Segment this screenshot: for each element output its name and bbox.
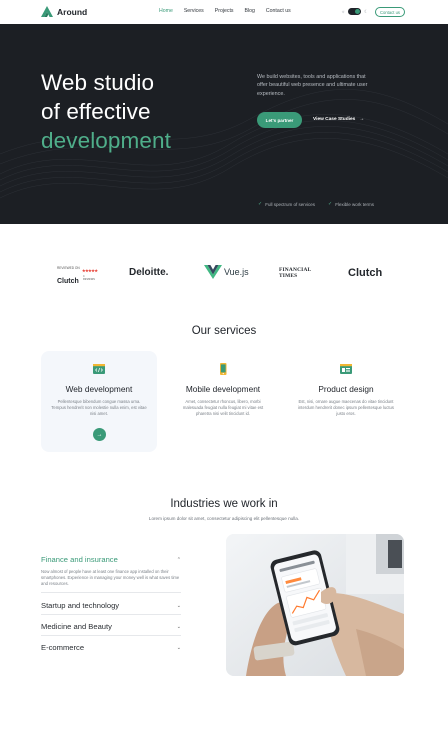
vue-logo[interactable]: Vue.js [204, 265, 249, 279]
hero-section: Web studio of effective development We b… [0, 24, 448, 224]
design-icon [340, 364, 352, 374]
hero-title: Web studio of effective development [41, 68, 171, 155]
arrow-right-icon: → [359, 117, 365, 122]
nav-projects[interactable]: Projects [215, 8, 234, 14]
deloitte-logo[interactable]: Deloitte. [129, 267, 168, 278]
accordion-title: Medicine and Beauty [41, 622, 112, 631]
accordion-item-medicine[interactable]: Medicine and Beauty ⌄ [41, 622, 181, 631]
hero-check-2: ✓ Flexible work terms [328, 201, 374, 207]
clutch-logo[interactable]: Clutch [348, 267, 382, 279]
divider [41, 592, 181, 593]
nav-blog[interactable]: Blog [245, 8, 255, 14]
logo-text: Around [57, 6, 88, 17]
services-title: Our services [191, 325, 257, 337]
service-card-mobile[interactable]: Mobile development Amet, consectetur rho… [165, 351, 281, 452]
hero-title-line2: of effective [41, 99, 151, 124]
rating-stars-icon: ★★★★★ [82, 268, 98, 273]
nav-home[interactable]: Home [159, 8, 173, 14]
service-card-web[interactable]: Web development Pellentesque bibendum co… [41, 351, 157, 452]
arrow-right-icon[interactable]: → [93, 428, 106, 441]
vue-icon [204, 265, 222, 279]
chevron-down-icon: ⌄ [176, 623, 181, 630]
view-case-studies-label: View Case Studies [313, 117, 356, 122]
check-icon: ✓ [258, 201, 263, 207]
service-description: Pellentesque bibendum congue massa urna.… [51, 399, 147, 416]
hands-holding-phone-image [226, 534, 404, 676]
toggle-knob [355, 9, 361, 14]
hero-title-accent: development [41, 128, 171, 153]
clutch-reviews-logo[interactable]: REVIEWED ON Clutch ★★★★★ 4 REVIEWS [57, 266, 98, 288]
accordion-header[interactable]: Finance and insurance ⌃ [41, 555, 181, 564]
service-card-design[interactable]: Product design Est, nisi, ornare augue m… [288, 351, 404, 452]
nav-contact[interactable]: Contact us [266, 8, 291, 14]
sun-icon: ☼ [341, 9, 346, 14]
divider [41, 635, 181, 636]
accordion-title: E-commerce [41, 643, 85, 652]
accordion-header[interactable]: Medicine and Beauty ⌄ [41, 622, 181, 631]
divider [41, 614, 181, 615]
accordion-header[interactable]: E-commerce ⌄ [41, 643, 181, 652]
moon-icon: ☾ [364, 8, 369, 14]
accordion-item-ecommerce[interactable]: E-commerce ⌄ [41, 643, 181, 652]
accordion-title: Finance and insurance [41, 555, 118, 564]
accordion-title: Startup and technology [41, 601, 120, 610]
contact-button[interactable]: Contact us [375, 7, 405, 17]
logo[interactable]: Around [41, 6, 87, 17]
clutch-reviews-count: 4 REVIEWS [83, 275, 95, 281]
clutch-brand-label: Clutch [57, 278, 79, 285]
hero-check-1: ✓ Full spectrum of services [258, 201, 315, 207]
industries-title: Industries we work in [170, 498, 278, 510]
theme-toggle[interactable]: ☼ ☾ [341, 8, 368, 15]
nav-services[interactable]: Services [184, 8, 204, 14]
clutch-reviewed-label: REVIEWED ON [57, 266, 80, 270]
chevron-down-icon: ⌄ [176, 602, 181, 609]
client-logos: REVIEWED ON Clutch ★★★★★ 4 REVIEWS Deloi… [0, 262, 448, 288]
accordion-item-finance[interactable]: Finance and insurance ⌃ Now almost of pe… [41, 555, 181, 586]
code-icon [93, 364, 105, 374]
hero-check-label: Full spectrum of services [265, 201, 315, 207]
hero-title-line1: Web studio [41, 70, 155, 95]
chevron-down-icon: ⌄ [176, 644, 181, 651]
main-nav: Home Services Projects Blog Contact us [159, 8, 291, 14]
site-header: Around Home Services Projects Blog Conta… [0, 0, 448, 24]
hero-check-label: Flexible work terms [335, 201, 374, 207]
logo-icon [41, 6, 53, 17]
check-icon: ✓ [328, 201, 333, 207]
service-title: Product design [318, 384, 374, 394]
chevron-up-icon: ⌃ [176, 556, 181, 563]
service-description: Est, nisi, ornare augue maecenas do vita… [298, 399, 394, 416]
service-description: Amet, consectetur rhoncus, libero, morbi… [182, 399, 264, 416]
vue-label: Vue.js [224, 267, 249, 277]
accordion-item-startup[interactable]: Startup and technology ⌄ [41, 601, 181, 610]
hero-description: We build websites, tools and application… [257, 74, 368, 97]
accordion-header[interactable]: Startup and technology ⌄ [41, 601, 181, 610]
accordion-body: Now almost of people have at least one f… [41, 569, 180, 586]
mobile-icon [220, 363, 227, 375]
toggle-switch[interactable] [348, 8, 362, 15]
industries-subtitle: Lorem ipsum dolor sit amet, consectetur … [148, 516, 300, 521]
phone-photo-illustration [226, 534, 404, 676]
view-case-studies-button[interactable]: View Case Studies → [313, 117, 364, 122]
service-title: Mobile development [185, 384, 261, 394]
service-title: Web development [65, 384, 133, 394]
ft-line2: TIMES [279, 273, 298, 280]
financial-times-logo[interactable]: FINANCIAL TIMES [279, 267, 311, 279]
lets-partner-button[interactable]: Let's partner [257, 112, 302, 128]
